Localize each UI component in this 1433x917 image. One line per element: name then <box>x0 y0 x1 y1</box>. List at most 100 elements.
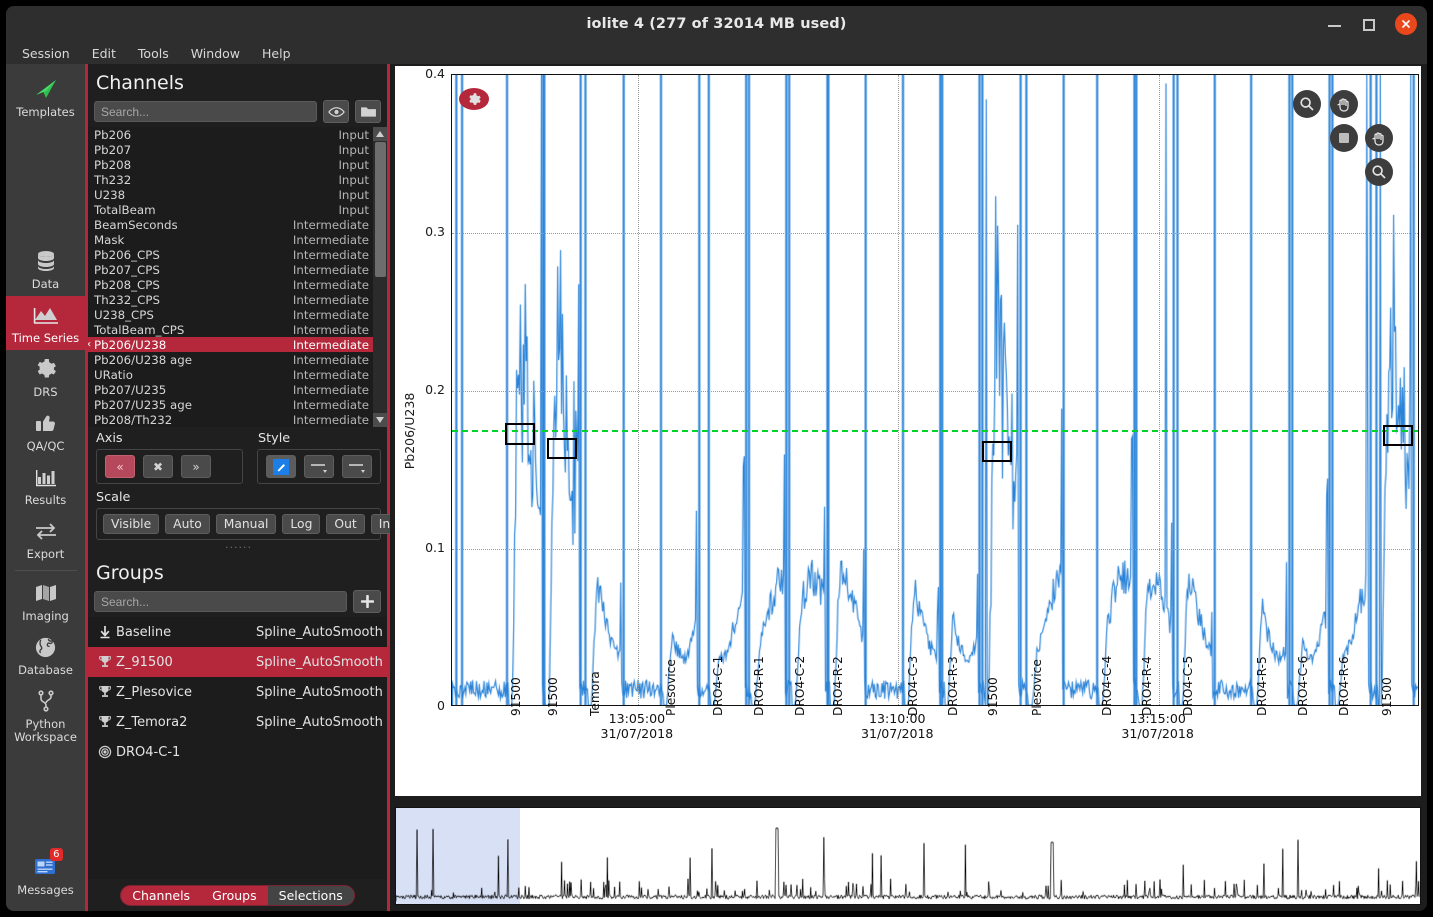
channels-scrollbar[interactable] <box>373 127 387 427</box>
scale-auto-button[interactable]: Auto <box>165 514 210 534</box>
axis-left-button[interactable]: « <box>105 455 135 478</box>
sample-label: DRO4-C-4 <box>1100 655 1115 716</box>
channel-type: Intermediate <box>292 262 369 277</box>
channel-name: Pb206/U238 <box>94 337 167 352</box>
style-marker-button[interactable] <box>342 455 372 478</box>
groups-panel-title: Groups <box>96 562 164 584</box>
channel-row[interactable]: Pb206 Input <box>88 127 373 142</box>
scale-manual-button[interactable]: Manual <box>215 514 277 534</box>
group-row[interactable]: Z_Plesovice Spline_AutoSmooth <box>88 677 387 707</box>
sidebar-item-templates[interactable]: Templates <box>6 70 85 124</box>
menu-window[interactable]: Window <box>191 46 240 61</box>
sidebar-item-database[interactable]: Database <box>6 628 85 682</box>
menu-help[interactable]: Help <box>262 46 291 61</box>
chart-selection-box[interactable] <box>982 440 1013 463</box>
channels-search-input[interactable] <box>94 101 317 122</box>
chart-selection-box[interactable] <box>505 423 536 445</box>
close-button[interactable] <box>1395 13 1417 35</box>
channel-row[interactable]: Th232 Input <box>88 172 373 187</box>
channel-row[interactable]: Pb208_CPS Intermediate <box>88 277 373 292</box>
channel-row[interactable]: TotalBeam Input <box>88 202 373 217</box>
group-row[interactable]: Baseline Spline_AutoSmooth <box>88 617 387 647</box>
chart-plot-box[interactable] <box>451 74 1419 706</box>
scroll-down-arrow[interactable] <box>373 413 387 427</box>
sidebar-item-python-workspace[interactable]: Python Workspace <box>6 682 85 749</box>
channel-row[interactable]: Pb207/U235 age Intermediate <box>88 397 373 412</box>
eye-icon[interactable] <box>323 100 349 123</box>
zoom-y-button[interactable] <box>1365 158 1393 186</box>
axis-right-button[interactable]: » <box>181 455 211 478</box>
channel-type: Input <box>338 157 369 172</box>
groups-list[interactable]: Baseline Spline_AutoSmooth Z_91500 Spline_A… <box>88 617 387 879</box>
group-name: Z_91500 <box>116 654 173 670</box>
scale-log-button[interactable]: Log <box>282 514 321 534</box>
sample-label: DRO4-C-1 <box>711 655 726 716</box>
sidebar-item-qaqc[interactable]: QA/QC <box>6 404 85 458</box>
sidebar-item-time-series[interactable]: Time Series <box>6 296 85 350</box>
channel-name: Pb208_CPS <box>94 277 160 292</box>
channel-row[interactable]: URatio Intermediate <box>88 367 373 382</box>
style-color-button[interactable] <box>266 455 296 478</box>
overview-chart[interactable] <box>395 807 1421 905</box>
channel-row[interactable]: «Pb206/U238 Intermediate <box>88 337 373 352</box>
channel-row[interactable]: Pb208/Th232 Intermediate <box>88 412 373 427</box>
trophy-icon <box>94 685 116 699</box>
chart-selection-box[interactable] <box>1383 424 1414 447</box>
maximize-button[interactable] <box>1361 16 1377 32</box>
group-row[interactable]: Z_Temora2 Spline_AutoSmooth <box>88 707 387 737</box>
minimize-button[interactable] <box>1327 16 1343 32</box>
channel-row[interactable]: Th232_CPS Intermediate <box>88 292 373 307</box>
channel-row[interactable]: Pb207 Input <box>88 142 373 157</box>
channel-row[interactable]: Pb206_CPS Intermediate <box>88 247 373 262</box>
zoom-x-button[interactable] <box>1293 90 1321 118</box>
group-row[interactable]: Z_91500 Spline_AutoSmooth <box>88 647 387 677</box>
chart-selection-box[interactable] <box>546 437 577 459</box>
pan-x-button[interactable] <box>1330 90 1358 118</box>
sidebar-item-results[interactable]: Results <box>6 458 85 512</box>
channel-row[interactable]: Pb208 Input <box>88 157 373 172</box>
sidebar-item-data[interactable]: Data <box>6 242 85 296</box>
add-group-button[interactable] <box>353 590 381 613</box>
messages-badge: 6 <box>50 848 63 861</box>
menu-tools[interactable]: Tools <box>138 46 169 61</box>
scale-button-group: Visible Auto Manual Log Out In <box>96 508 399 540</box>
reset-button[interactable] <box>1330 124 1358 152</box>
channel-row[interactable]: Pb207_CPS Intermediate <box>88 262 373 277</box>
chart-settings-gear-icon[interactable] <box>459 88 489 110</box>
scale-section: Scale Visible Auto Manual Log Out In <box>96 490 399 540</box>
sidebar-label-time-series: Time Series <box>11 331 80 345</box>
scale-out-button[interactable]: Out <box>326 514 365 534</box>
sample-label: DRO4-R-2 <box>831 656 846 716</box>
sidebar-item-export[interactable]: Export <box>6 512 85 566</box>
channel-name: Pb206_CPS <box>94 247 160 262</box>
style-line-button[interactable] <box>304 455 334 478</box>
channel-row[interactable]: Pb207/U235 Intermediate <box>88 382 373 397</box>
channel-row[interactable]: Pb206/U238 age Intermediate <box>88 352 373 367</box>
channel-row[interactable]: Mask Intermediate <box>88 232 373 247</box>
axis-clear-button[interactable]: ✖ <box>143 455 173 478</box>
tab-selections[interactable]: Selections <box>267 885 354 905</box>
panel-splitter-handle[interactable]: ······ <box>96 540 381 554</box>
folder-icon[interactable] <box>355 100 381 123</box>
menu-edit[interactable]: Edit <box>92 46 116 61</box>
channel-row[interactable]: TotalBeam_CPS Intermediate <box>88 322 373 337</box>
channels-list[interactable]: Pb206 Input Pb207 Input Pb208 Input Th232 Input… <box>88 127 387 427</box>
tab-channels[interactable]: Channels <box>121 886 201 905</box>
scrollbar-thumb[interactable] <box>374 142 386 277</box>
sidebar-item-drs[interactable]: DRS <box>6 350 85 404</box>
channel-row[interactable]: U238 Input <box>88 187 373 202</box>
panel-tabs: Channels Groups Selections <box>120 884 355 906</box>
sidebar-item-messages[interactable]: 6 Messages <box>6 848 85 911</box>
groups-search-input[interactable] <box>94 591 347 612</box>
channel-row[interactable]: BeamSeconds Intermediate <box>88 217 373 232</box>
scroll-up-arrow[interactable] <box>373 127 387 141</box>
scale-visible-button[interactable]: Visible <box>103 514 160 534</box>
channel-row[interactable]: U238_CPS Intermediate <box>88 307 373 322</box>
menu-session[interactable]: Session <box>22 46 70 61</box>
pan-y-button[interactable] <box>1365 124 1393 152</box>
sidebar-item-imaging[interactable]: Imaging <box>6 574 85 628</box>
group-row[interactable]: DRO4-C-1 <box>88 737 387 767</box>
messages-icon: 6 <box>31 848 63 881</box>
tab-groups[interactable]: Groups <box>201 886 268 905</box>
horizontal-gridline <box>452 233 1418 234</box>
